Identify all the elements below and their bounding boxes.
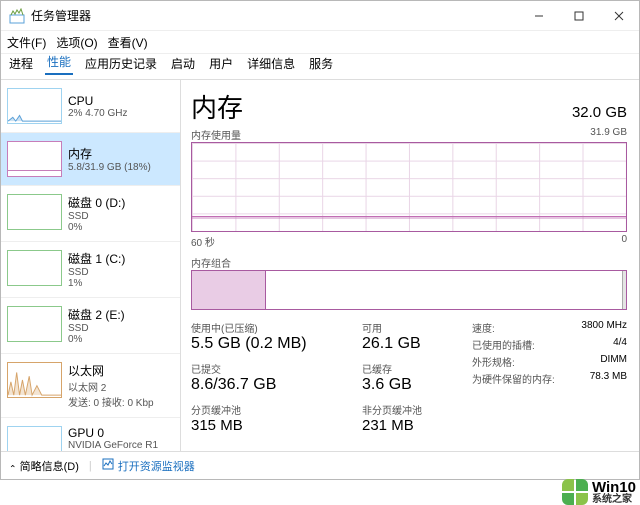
stat-nonpaged-label: 非分页缓冲池 — [362, 402, 462, 417]
sidebar-item-sub: NVIDIA GeForce R1 — [68, 440, 158, 451]
composition-label: 内存组合 — [191, 255, 627, 270]
sidebar-item-memory[interactable]: 内存 5.8/31.9 GB (18%) — [1, 132, 180, 185]
tab-startup[interactable]: 启动 — [169, 52, 197, 75]
sidebar-item-sub: 5.8/31.9 GB (18%) — [68, 162, 151, 173]
titlebar: 任务管理器 — [1, 1, 639, 31]
stat-inuse-value: 5.5 GB (0.2 MB) — [191, 335, 362, 353]
sidebar-item-value: 0% — [68, 334, 125, 345]
watermark: Win10 系统之家 — [562, 479, 636, 505]
app-icon — [9, 8, 25, 24]
sidebar-item-disk2[interactable]: 磁盘 2 (E:) SSD 0% — [1, 297, 180, 353]
footer: ⌄ 简略信息(D) | 打开资源监视器 — [1, 451, 639, 479]
watermark-line2: 系统之家 — [592, 495, 636, 505]
disk-thumb-icon — [7, 250, 62, 286]
sidebar-item-label: 内存 — [68, 145, 151, 162]
usage-chart-max: 31.9 GB — [590, 127, 627, 142]
page-title: 内存 — [191, 88, 243, 125]
stat-inuse-label: 使用中(已压缩) — [191, 320, 362, 335]
spec-slots-v: 4/4 — [613, 337, 627, 352]
memory-composition-chart[interactable] — [191, 270, 627, 310]
sidebar-item-sub: 以太网 2 — [68, 379, 154, 394]
menu-view[interactable]: 查看(V) — [108, 34, 148, 51]
sidebar-item-ethernet[interactable]: 以太网 以太网 2 发送: 0 接收: 0 Kbp — [1, 353, 180, 417]
sidebar-item-label: 磁盘 0 (D:) — [68, 194, 125, 211]
close-button[interactable] — [599, 1, 639, 30]
sidebar-item-value: 1% — [68, 278, 125, 289]
sidebar-item-label: GPU 0 — [68, 426, 158, 440]
sidebar-item-label: 以太网 — [68, 362, 154, 379]
stat-paged-label: 分页缓冲池 — [191, 402, 362, 417]
sidebar-item-cpu[interactable]: CPU 2% 4.70 GHz — [1, 80, 180, 132]
spec-reserved-v: 78.3 MB — [590, 371, 627, 386]
tab-details[interactable]: 详细信息 — [245, 52, 297, 75]
tab-services[interactable]: 服务 — [307, 52, 335, 75]
sidebar-item-label: CPU — [68, 94, 127, 108]
stat-cached-label: 已缓存 — [362, 361, 462, 376]
stat-committed-label: 已提交 — [191, 361, 362, 376]
sidebar-item-sub: SSD — [68, 211, 125, 222]
spec-speed-v: 3800 MHz — [581, 320, 627, 335]
memory-usage-chart[interactable] — [191, 142, 627, 232]
tab-performance[interactable]: 性能 — [45, 50, 73, 75]
axis-left: 60 秒 — [191, 234, 215, 249]
gpu-thumb-icon — [7, 426, 62, 451]
stat-cached-value: 3.6 GB — [362, 376, 462, 394]
minimize-button[interactable] — [519, 1, 559, 30]
tab-processes[interactable]: 进程 — [7, 52, 35, 75]
spec-speed-k: 速度: — [472, 320, 495, 335]
ethernet-thumb-icon — [7, 362, 62, 398]
brief-info-toggle[interactable]: ⌄ 简略信息(D) — [9, 458, 79, 474]
sidebar-item-sub: 2% 4.70 GHz — [68, 108, 127, 119]
sidebar-item-gpu0[interactable]: GPU 0 NVIDIA GeForce R1 1% (47 °C) — [1, 417, 180, 451]
menu-options[interactable]: 选项(O) — [56, 34, 97, 51]
maximize-button[interactable] — [559, 1, 599, 30]
divider: | — [89, 460, 92, 472]
monitor-icon — [102, 458, 114, 473]
sidebar-item-value: 0% — [68, 222, 125, 233]
menu-file[interactable]: 文件(F) — [7, 34, 46, 51]
sidebar-item-label: 磁盘 1 (C:) — [68, 250, 125, 267]
disk-thumb-icon — [7, 194, 62, 230]
window-title: 任务管理器 — [31, 7, 519, 24]
chevron-up-icon: ⌄ — [9, 462, 17, 473]
stat-available-value: 26.1 GB — [362, 335, 462, 353]
disk-thumb-icon — [7, 306, 62, 342]
axis-right: 0 — [621, 234, 627, 249]
usage-chart-label: 内存使用量 — [191, 127, 241, 142]
spec-slots-k: 已使用的插槽: — [472, 337, 535, 352]
spec-form-k: 外形规格: — [472, 354, 515, 369]
sidebar-item-value: 发送: 0 接收: 0 Kbp — [68, 394, 154, 409]
memory-thumb-icon — [7, 141, 62, 177]
sidebar-item-disk0[interactable]: 磁盘 0 (D:) SSD 0% — [1, 185, 180, 241]
tab-users[interactable]: 用户 — [207, 52, 235, 75]
spec-reserved-k: 为硬件保留的内存: — [472, 371, 555, 386]
main-panel: 内存 32.0 GB 内存使用量 31.9 GB 60 秒 0 内存组合 — [181, 80, 639, 451]
watermark-line1: Win10 — [592, 480, 636, 495]
watermark-logo-icon — [562, 479, 588, 505]
memory-total: 32.0 GB — [572, 104, 627, 121]
tab-history[interactable]: 应用历史记录 — [83, 52, 159, 75]
stat-committed-value: 8.6/36.7 GB — [191, 376, 362, 394]
cpu-thumb-icon — [7, 88, 62, 124]
sidebar-item-label: 磁盘 2 (E:) — [68, 306, 125, 323]
sidebar-item-disk1[interactable]: 磁盘 1 (C:) SSD 1% — [1, 241, 180, 297]
tabbar: 进程 性能 应用历史记录 启动 用户 详细信息 服务 — [1, 53, 639, 79]
open-resource-monitor-link[interactable]: 打开资源监视器 — [102, 458, 195, 474]
sidebar-item-sub: SSD — [68, 323, 125, 334]
stat-available-label: 可用 — [362, 320, 462, 335]
sidebar-item-sub: SSD — [68, 267, 125, 278]
menubar: 文件(F) 选项(O) 查看(V) — [1, 31, 639, 53]
stat-nonpaged-value: 231 MB — [362, 417, 462, 434]
sidebar[interactable]: CPU 2% 4.70 GHz 内存 5.8/31.9 GB (18%) 磁盘 … — [1, 80, 181, 451]
spec-form-v: DIMM — [600, 354, 627, 369]
stat-paged-value: 315 MB — [191, 417, 362, 434]
